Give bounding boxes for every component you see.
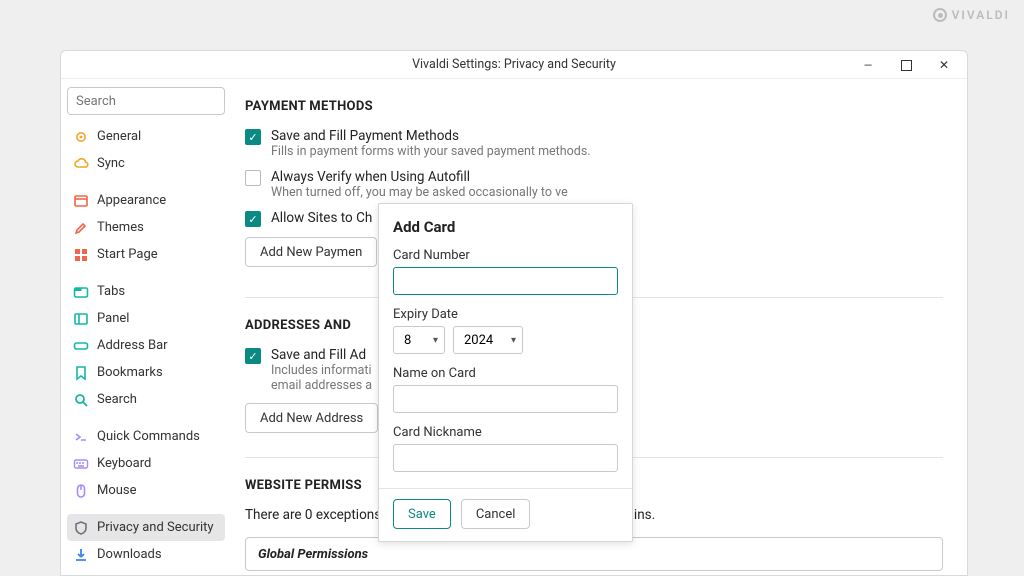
card-nickname-input[interactable]: [393, 444, 618, 472]
gear-icon: [73, 129, 89, 145]
expiry-month-select[interactable]: 8: [393, 326, 445, 354]
layout-icon: [73, 193, 89, 209]
sidebar-item-privacy-and-security[interactable]: Privacy and Security: [67, 514, 225, 541]
sidebar-item-quick-commands[interactable]: Quick Commands: [67, 423, 225, 450]
sidebar-item-label: Keyboard: [97, 456, 151, 471]
save-fill-payment-sub: Fills in payment forms with your saved p…: [271, 144, 591, 159]
sidebar-item-label: Bookmarks: [97, 365, 163, 380]
maximize-button[interactable]: [887, 51, 925, 79]
expiry-date-label: Expiry Date: [393, 307, 618, 322]
sidebar-item-label: Appearance: [97, 193, 166, 208]
command-icon: [73, 429, 89, 445]
sidebar: General Sync Appearance Themes Start Page Tab…: [61, 79, 231, 575]
download-icon: [73, 547, 89, 563]
close-button[interactable]: [925, 51, 963, 79]
payment-methods-heading: PAYMENT METHODS: [245, 99, 943, 114]
search-icon: [73, 392, 89, 408]
brand-label: VIVALDI: [952, 8, 1010, 22]
sidebar-item-mouse[interactable]: Mouse: [67, 477, 225, 504]
sidebar-item-downloads[interactable]: Downloads: [67, 541, 225, 568]
sidebar-item-webpages[interactable]: Webpages: [67, 568, 225, 576]
search-input[interactable]: [67, 87, 225, 115]
expiry-year-select[interactable]: 2024: [453, 326, 523, 354]
tabs-icon: [73, 284, 89, 300]
sidebar-item-label: Search: [97, 392, 137, 407]
allow-sites-label: Allow Sites to Ch: [271, 210, 372, 226]
cloud-icon: [73, 156, 89, 172]
save-fill-addresses-checkbox[interactable]: [245, 348, 261, 364]
always-verify-checkbox[interactable]: [245, 170, 261, 186]
sidebar-item-appearance[interactable]: Appearance: [67, 187, 225, 214]
add-address-button-label: Add New Address: [260, 411, 363, 426]
cancel-button[interactable]: Cancel: [461, 499, 531, 529]
always-verify-sub: When turned off, you may be asked occasi…: [271, 185, 568, 200]
sidebar-item-start-page[interactable]: Start Page: [67, 241, 225, 268]
sidebar-nav: General Sync Appearance Themes Start Page Tab…: [67, 123, 225, 576]
cancel-button-label: Cancel: [476, 507, 516, 522]
global-permissions-bar[interactable]: Global Permissions: [245, 537, 943, 571]
save-button[interactable]: Save: [393, 499, 451, 529]
save-fill-addresses-sub: Includes informati email addresses a: [271, 363, 372, 393]
sidebar-item-label: Mouse: [97, 483, 137, 498]
modal-title: Add Card: [393, 218, 618, 236]
sidebar-item-label: Privacy and Security: [97, 520, 214, 535]
mouse-icon: [73, 483, 89, 499]
save-fill-payment-row: Save and Fill Payment Methods Fills in p…: [245, 128, 943, 159]
brand-watermark: VIVALDI: [933, 8, 1010, 22]
keyboard-icon: [73, 456, 89, 472]
sidebar-item-general[interactable]: General: [67, 123, 225, 150]
add-card-modal: Add Card Card Number Expiry Date 8 2024 …: [378, 203, 633, 542]
save-fill-payment-checkbox[interactable]: [245, 129, 261, 145]
sidebar-item-label: Address Bar: [97, 338, 168, 353]
window-controls: [849, 51, 963, 79]
expiry-month-value: 8: [404, 333, 411, 348]
sidebar-item-label: Tabs: [97, 284, 125, 299]
sidebar-item-label: Sync: [97, 156, 125, 171]
sidebar-item-panel[interactable]: Panel: [67, 305, 225, 332]
add-address-button[interactable]: Add New Address: [245, 403, 378, 433]
titlebar: Vivaldi Settings: Privacy and Security: [61, 51, 967, 79]
sidebar-item-tabs[interactable]: Tabs: [67, 278, 225, 305]
card-nickname-label: Card Nickname: [393, 425, 618, 440]
panel-icon: [73, 311, 89, 327]
address-icon: [73, 338, 89, 354]
allow-sites-checkbox[interactable]: [245, 211, 261, 227]
sidebar-item-search[interactable]: Search: [67, 386, 225, 413]
save-fill-payment-label: Save and Fill Payment Methods: [271, 128, 591, 144]
add-payment-button[interactable]: Add New Paymen: [245, 237, 377, 267]
sidebar-item-label: General: [97, 129, 141, 144]
sidebar-item-themes[interactable]: Themes: [67, 214, 225, 241]
name-on-card-input[interactable]: [393, 385, 618, 413]
global-permissions-label: Global Permissions: [258, 547, 368, 562]
window-title: Vivaldi Settings: Privacy and Security: [412, 57, 616, 72]
save-button-label: Save: [408, 507, 436, 522]
sidebar-item-label: Start Page: [97, 247, 158, 262]
sidebar-item-keyboard[interactable]: Keyboard: [67, 450, 225, 477]
minimize-button[interactable]: [849, 51, 887, 79]
brush-icon: [73, 220, 89, 236]
grid-icon: [73, 247, 89, 263]
shield-icon: [73, 520, 89, 536]
name-on-card-label: Name on Card: [393, 366, 618, 381]
sidebar-item-label: Downloads: [97, 547, 162, 562]
sidebar-item-label: Themes: [97, 220, 144, 235]
sidebar-item-label: Quick Commands: [97, 429, 200, 444]
sidebar-item-address-bar[interactable]: Address Bar: [67, 332, 225, 359]
always-verify-row: Always Verify when Using Autofill When t…: [245, 169, 943, 200]
sidebar-item-label: Panel: [97, 311, 129, 326]
add-payment-button-label: Add New Paymen: [260, 245, 362, 260]
sidebar-item-sync[interactable]: Sync: [67, 150, 225, 177]
vivaldi-logo-icon: [933, 8, 947, 22]
bookmark-icon: [73, 365, 89, 381]
card-number-label: Card Number: [393, 248, 618, 263]
save-fill-addresses-label: Save and Fill Ad: [271, 347, 372, 363]
always-verify-label: Always Verify when Using Autofill: [271, 169, 568, 185]
card-number-input[interactable]: [393, 267, 618, 295]
expiry-year-value: 2024: [464, 333, 493, 348]
sidebar-item-bookmarks[interactable]: Bookmarks: [67, 359, 225, 386]
